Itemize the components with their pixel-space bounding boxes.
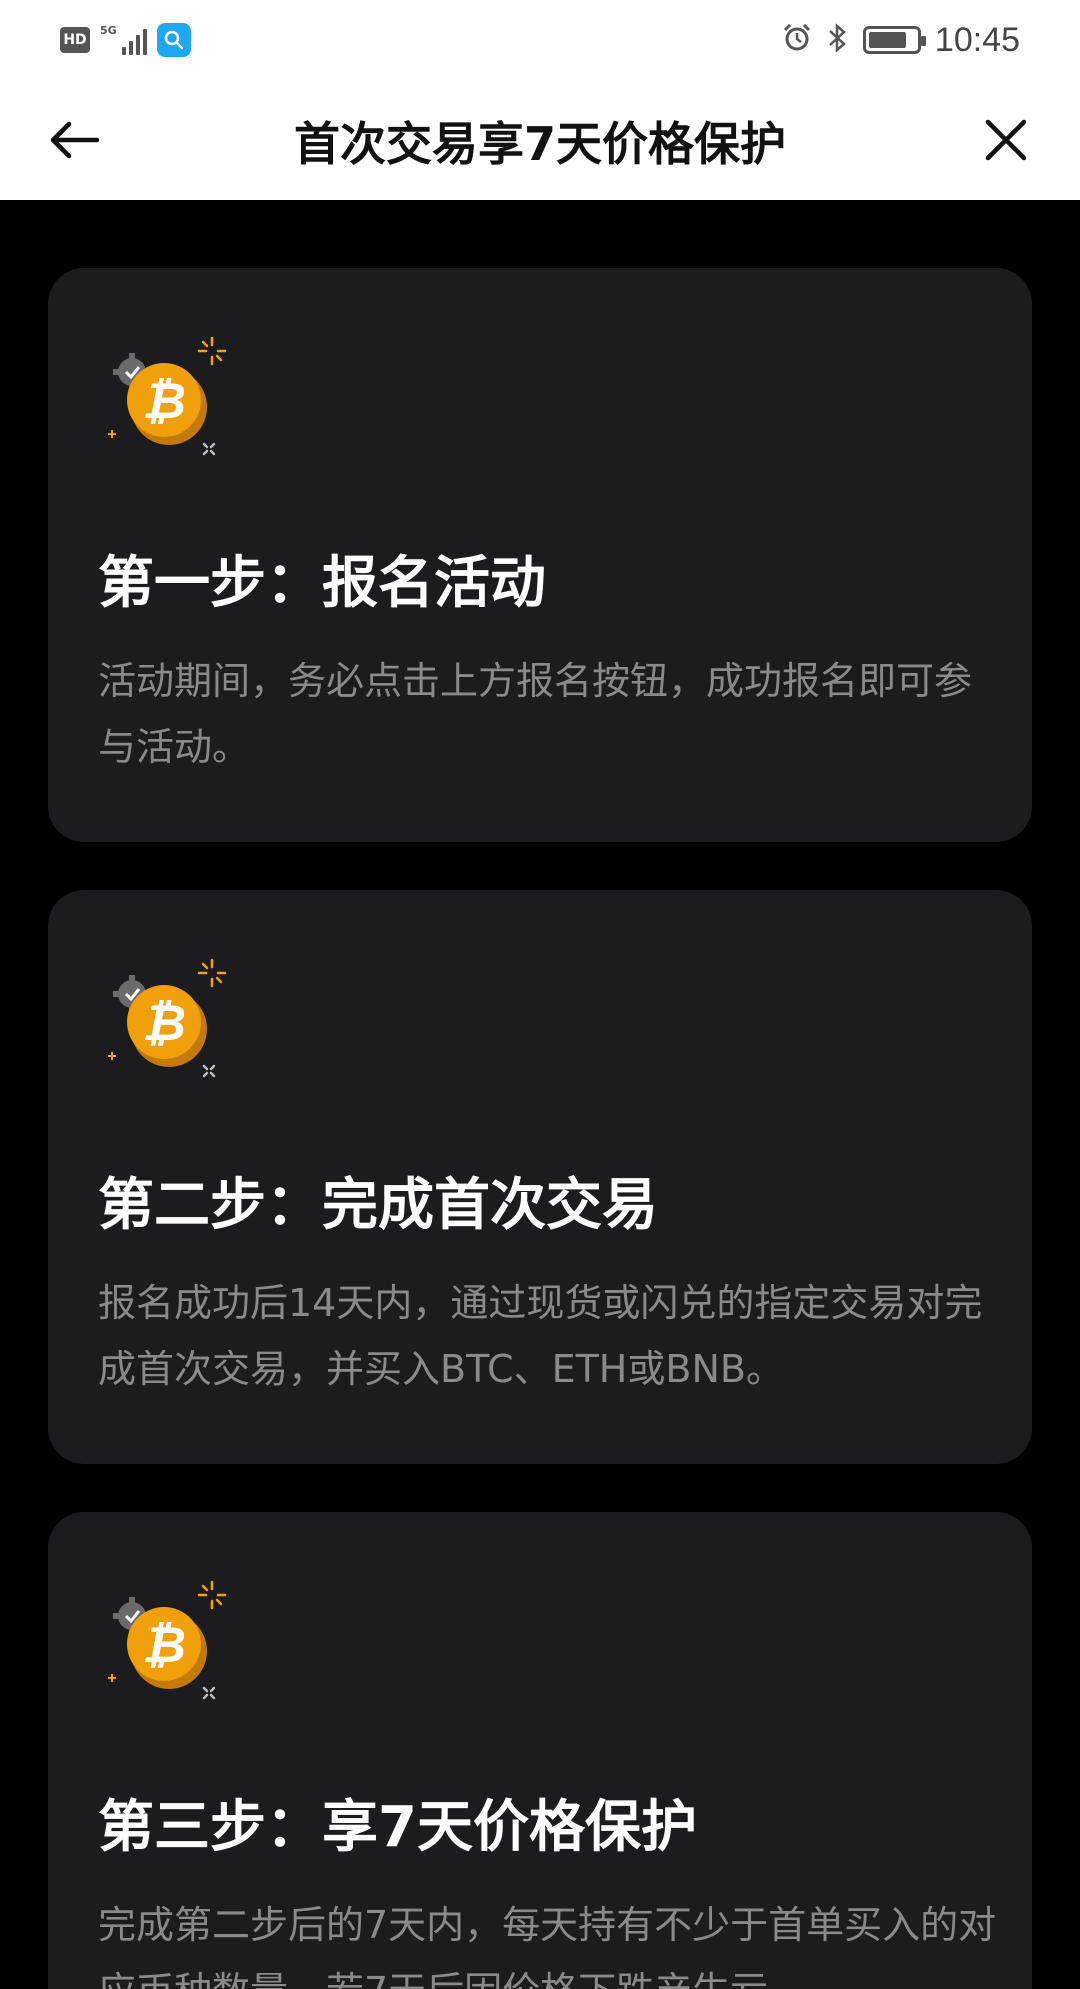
alarm-icon [781, 22, 813, 58]
svg-text:₿: ₿ [142, 1616, 186, 1674]
title-bar: 首次交易享7天价格保护 [0, 82, 1080, 200]
step-title: 第一步：报名活动 [98, 551, 546, 616]
search-app-icon [156, 23, 191, 57]
step-title: 第三步：享7天价格保护 [98, 1795, 697, 1860]
bitcoin-shield-icon: ₿ [108, 336, 227, 456]
step-description: 报名成功后14天内，通过现货或闪兑的指定交易对完成首次交易，并买入BTC、ETH… [98, 1281, 983, 1391]
status-bar: HD 5G 10:45 [0, 0, 1080, 82]
hd-icon: HD [60, 27, 90, 53]
step-card-3: ₿ 第三步：享7天价格保护 完成第二步后的7天内，每天持有不少于首单买入的对应币… [48, 1512, 1032, 1989]
step-title: 第二步：完成首次交易 [98, 1173, 658, 1238]
back-button[interactable] [44, 110, 104, 170]
page-title: 首次交易享7天价格保护 [293, 117, 786, 171]
network-label: 5G [100, 24, 117, 37]
step-card-1: ₿ 第一步：报名活动 活动期间，务必点击上方报名按钮，成功报名即可参与活动。 [48, 268, 1032, 842]
arrow-left-icon [50, 121, 100, 159]
status-left-group: HD 5G [60, 22, 191, 58]
signal-icon: 5G [100, 25, 147, 55]
svg-text:₿: ₿ [142, 372, 186, 430]
bluetooth-icon [827, 22, 849, 58]
step-description: 活动期间，务必点击上方报名按钮，成功报名即可参与活动。 [98, 659, 973, 769]
step-description: 完成第二步后的7天内，每天持有不少于首单买入的对应币种数量，若7天后因价格下跌产… [98, 1903, 997, 1989]
status-time: 10:45 [934, 20, 1020, 59]
battery-icon [862, 26, 926, 54]
bitcoin-shield-icon: ₿ [108, 1580, 227, 1700]
step-card-2: ₿ 第二步：完成首次交易 报名成功后14天内，通过现货或闪兑的指定交易对完成首次… [48, 890, 1032, 1464]
bitcoin-shield-icon: ₿ [108, 958, 227, 1078]
status-right-group: 10:45 [781, 20, 1020, 60]
svg-text:₿: ₿ [142, 994, 186, 1052]
close-button[interactable] [976, 110, 1036, 170]
close-icon [985, 119, 1027, 161]
